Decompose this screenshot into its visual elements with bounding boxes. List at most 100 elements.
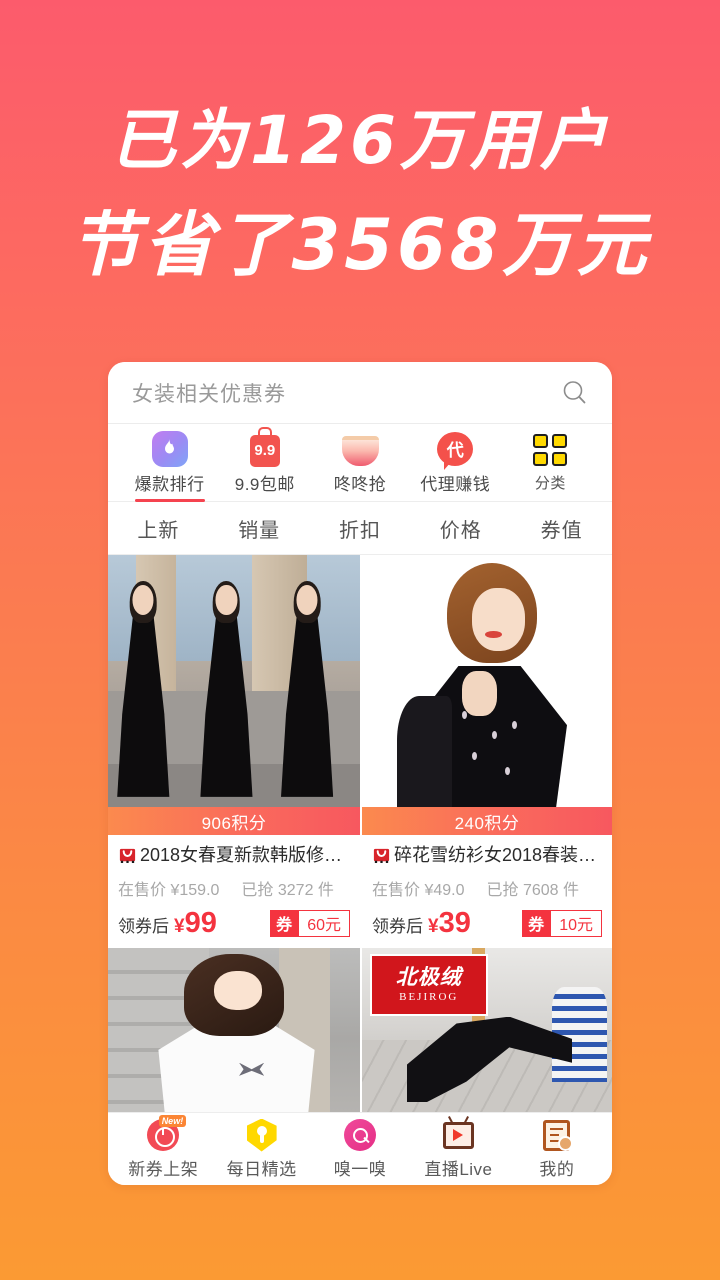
product-meta: 在售价 ¥159.0 已抢 3272 件 bbox=[118, 876, 350, 900]
product-meta: 在售价 ¥49.0 已抢 7608 件 bbox=[372, 876, 602, 900]
nav-label: 嗅一嗅 bbox=[333, 1160, 387, 1179]
points-cell-1: 906积分 bbox=[108, 807, 360, 835]
after-coupon-label: 领券后 bbox=[372, 916, 423, 936]
speech-bubble-icon: 代 bbox=[437, 430, 474, 470]
nav-item-live[interactable]: 直播Live bbox=[409, 1118, 507, 1180]
product-row-2: 北极绒 BEJIROG bbox=[108, 947, 612, 1112]
sold-count: 3272 bbox=[277, 881, 314, 899]
tmall-icon bbox=[119, 848, 136, 863]
category-label: 代理赚钱 bbox=[420, 475, 491, 494]
search-bar[interactable]: 女装相关优惠券 bbox=[108, 362, 612, 424]
bubble-text: 代 bbox=[437, 431, 474, 470]
nav-item-sniff[interactable]: 嗅一嗅 bbox=[311, 1118, 409, 1180]
final-price: 39 bbox=[438, 906, 471, 939]
filter-tab-coupon-value[interactable]: 券值 bbox=[511, 514, 612, 543]
product-info-2[interactable]: 碎花雪纺衫女2018春装新款... 在售价 ¥49.0 已抢 7608 件 bbox=[360, 835, 612, 948]
product-card-3[interactable] bbox=[108, 947, 360, 1112]
category-item-flash-sale[interactable]: 咚咚抢 bbox=[312, 430, 407, 501]
sold-unit: 件 bbox=[317, 881, 334, 899]
flame-glyph bbox=[165, 439, 175, 454]
fire-icon bbox=[151, 430, 188, 467]
category-item-agent-earn[interactable]: 代 代理赚钱 bbox=[408, 430, 503, 501]
app-screenshot-card: 女装相关优惠券 爆款排行 9.9 9.9包邮 咚咚抢 代 代理赚钱 分类 上新 … bbox=[108, 362, 612, 1185]
product-info-1[interactable]: 2018女春夏新款韩版修身气... 在售价 ¥159.0 已抢 3272 件 bbox=[108, 835, 360, 948]
coupon-value: 60元 bbox=[298, 909, 350, 937]
product-grid: 906积分 240积分 2018女春夏新款韩版修身 在售价 ¥159.0 已抢 … bbox=[108, 555, 612, 1112]
category-item-99-free-shipping[interactable]: 9.9 9.9包邮 bbox=[217, 430, 312, 501]
points-banner-row: 906积分 240积分 bbox=[108, 807, 612, 835]
category-item-hot-ranking[interactable]: 爆款排行 bbox=[122, 430, 217, 502]
product-image-3[interactable] bbox=[108, 947, 360, 1112]
filter-tab-discount[interactable]: 折扣 bbox=[310, 514, 411, 543]
final-price: 99 bbox=[184, 906, 217, 939]
new-badge: New! bbox=[158, 1115, 187, 1127]
price-value: ¥159.0 bbox=[170, 881, 220, 899]
price-tag-icon: 9.9 bbox=[249, 430, 280, 467]
product-card-2[interactable] bbox=[360, 555, 612, 807]
coupon-tag-label: 券 bbox=[270, 909, 299, 937]
product-title: 碎花雪纺衫女2018春装新款... bbox=[394, 845, 602, 865]
sold-group: 已抢 3272 件 bbox=[241, 876, 334, 900]
product-image-2[interactable] bbox=[362, 555, 612, 807]
after-coupon-label: 领券后 bbox=[118, 916, 169, 936]
active-tab-underline bbox=[134, 499, 205, 502]
currency-symbol: ¥ bbox=[174, 915, 185, 937]
nav-label: 我的 bbox=[539, 1160, 575, 1179]
product-card-1[interactable] bbox=[108, 555, 360, 807]
tv-play-icon bbox=[442, 1118, 474, 1152]
coupon-tag-label: 券 bbox=[522, 909, 551, 937]
product-price-row: 领券后 ¥ 99 券 60元 bbox=[118, 906, 350, 939]
product-card-4[interactable]: 北极绒 BEJIROG bbox=[360, 947, 612, 1112]
category-label: 分类 bbox=[534, 475, 566, 492]
grid-icon bbox=[533, 430, 568, 467]
nav-label: 新券上架 bbox=[128, 1160, 199, 1179]
nav-label: 直播Live bbox=[424, 1160, 493, 1179]
bottom-navigation: New! 新券上架 每日精选 嗅一嗅 直播Live 我的 bbox=[108, 1112, 612, 1185]
coupon-badge[interactable]: 券 10元 bbox=[522, 909, 602, 937]
nav-label: 每日精选 bbox=[226, 1160, 297, 1179]
price-value: ¥49.0 bbox=[424, 881, 465, 899]
category-label: 爆款排行 bbox=[134, 475, 205, 494]
product-title-row: 碎花雪纺衫女2018春装新款... bbox=[372, 844, 602, 867]
filter-tab-sales[interactable]: 销量 bbox=[209, 514, 310, 543]
sold-count: 7608 bbox=[522, 881, 559, 899]
category-row: 爆款排行 9.9 9.9包邮 咚咚抢 代 代理赚钱 分类 bbox=[108, 424, 612, 502]
drum-icon bbox=[341, 430, 379, 467]
sold-label: 已抢 bbox=[486, 881, 519, 899]
nav-item-profile[interactable]: 我的 bbox=[508, 1118, 606, 1180]
brand-name-cn: 北极绒 bbox=[395, 965, 462, 989]
filter-tab-price[interactable]: 价格 bbox=[410, 514, 511, 543]
product-price-row: 领券后 ¥ 39 券 10元 bbox=[372, 906, 602, 939]
brand-name-en: BEJIROG bbox=[399, 990, 459, 1003]
promo-headline: 已为126万用户 节省了3568万元 bbox=[0, 88, 720, 298]
currency-symbol: ¥ bbox=[428, 915, 439, 937]
after-coupon-price: 领券后 ¥ 39 bbox=[372, 906, 471, 939]
category-label: 咚咚抢 bbox=[333, 475, 387, 494]
search-input[interactable]: 女装相关优惠券 bbox=[132, 378, 560, 408]
product-image-1[interactable] bbox=[108, 555, 360, 807]
price-label: 在售价 bbox=[372, 881, 421, 899]
filter-tab-new[interactable]: 上新 bbox=[108, 514, 209, 543]
coupon-badge[interactable]: 券 60元 bbox=[270, 909, 350, 937]
price-group: 在售价 ¥49.0 bbox=[372, 876, 465, 900]
nav-item-daily-picks[interactable]: 每日精选 bbox=[212, 1118, 310, 1180]
product-image-4[interactable]: 北极绒 BEJIROG bbox=[362, 947, 612, 1112]
search-icon[interactable] bbox=[560, 378, 590, 408]
nav-item-new-coupons[interactable]: New! 新券上架 bbox=[114, 1115, 212, 1180]
product-title: 2018女春夏新款韩版修身气... bbox=[140, 845, 350, 865]
sold-group: 已抢 7608 件 bbox=[487, 876, 580, 900]
brand-banner: 北极绒 BEJIROG bbox=[370, 953, 488, 1016]
coupon-value: 10元 bbox=[550, 909, 602, 937]
category-item-all-categories[interactable]: 分类 bbox=[503, 430, 598, 501]
filter-tabs: 上新 销量 折扣 价格 券值 bbox=[108, 502, 612, 555]
shield-key-icon bbox=[246, 1118, 277, 1152]
sold-unit: 件 bbox=[563, 881, 580, 899]
tag-value: 9.9 bbox=[249, 434, 280, 467]
price-label: 在售价 bbox=[118, 881, 167, 899]
product-row-1 bbox=[108, 555, 612, 807]
points-badge: 906积分 bbox=[108, 807, 360, 835]
headline-line-1: 已为126万用户 bbox=[110, 102, 610, 179]
category-label: 9.9包邮 bbox=[234, 475, 295, 494]
price-group: 在售价 ¥159.0 bbox=[118, 876, 219, 900]
after-coupon-price: 领券后 ¥ 99 bbox=[118, 906, 217, 939]
